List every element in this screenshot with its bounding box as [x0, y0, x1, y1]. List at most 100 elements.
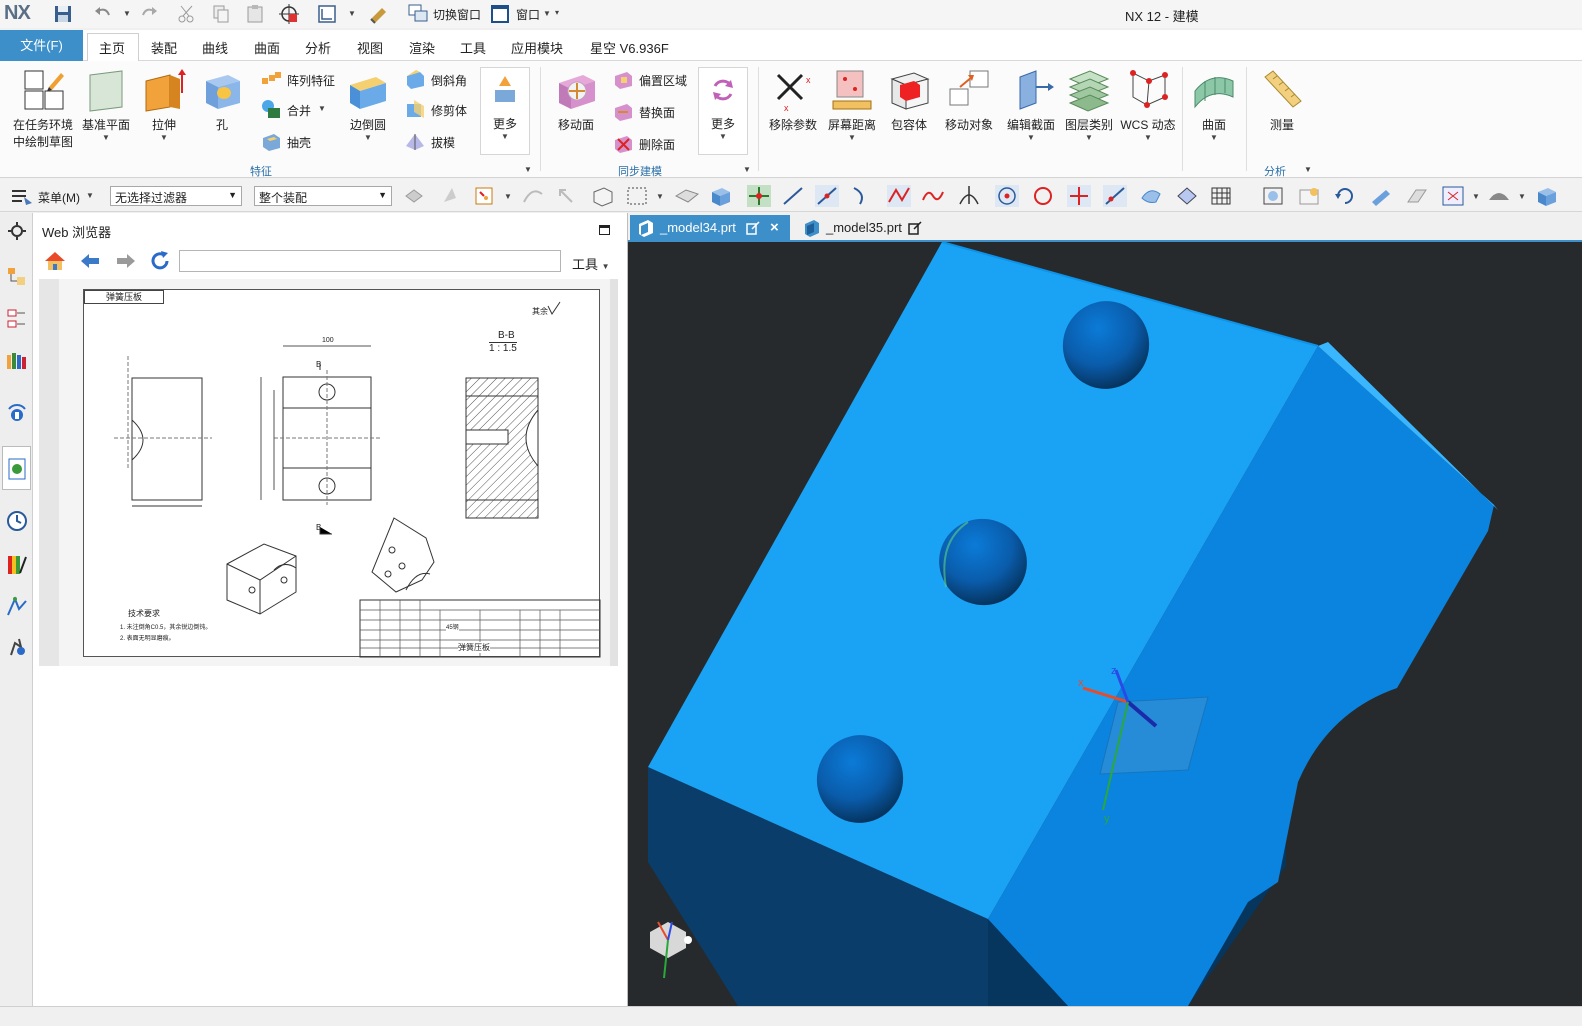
history-icon[interactable] [5, 509, 29, 533]
selection-scope-select[interactable]: 整个装配 ▼ [254, 186, 392, 206]
more-features-dropdown-icon[interactable]: ▼ [481, 132, 529, 141]
process-studio-icon[interactable] [5, 595, 29, 619]
menu-icon[interactable] [10, 187, 34, 207]
unite-dropdown-icon[interactable]: ▼ [318, 104, 326, 113]
move-handle-icon[interactable] [746, 184, 772, 208]
viewport-layout-icon[interactable] [316, 3, 338, 25]
rect-select-dropdown-icon[interactable]: ▼ [656, 192, 664, 201]
snap-bounded-grid-icon[interactable] [1174, 184, 1200, 208]
select-box-icon[interactable] [590, 184, 616, 208]
cut-icon[interactable] [176, 3, 198, 25]
screen-distance-button[interactable]: 屏幕距离 ▼ [826, 67, 878, 142]
move-object-button[interactable]: 移动对象 [940, 67, 998, 133]
background-dropdown-icon[interactable]: ▼ [1518, 192, 1526, 201]
tab-home[interactable]: 主页 [99, 38, 125, 57]
part-navigator-icon[interactable] [5, 349, 29, 373]
snap-view-icon[interactable] [278, 3, 300, 25]
group-sync-more-icon[interactable]: ▼ [743, 165, 751, 174]
edge-blend-button[interactable]: 边倒圆 ▼ [342, 67, 394, 142]
menu-dropdown-icon[interactable]: ▼ [86, 191, 94, 200]
more-features-button[interactable]: 更多 ▼ [480, 67, 530, 155]
web-browser-tab[interactable] [2, 446, 31, 490]
back-arrow-icon[interactable] [79, 251, 101, 271]
tab-file[interactable]: 文件(F) [0, 30, 83, 61]
snap-dropdown-icon[interactable]: ▼ [504, 192, 512, 201]
snap-point-on-curve-icon[interactable] [1102, 184, 1128, 208]
snap-midpoint-icon[interactable] [814, 184, 840, 208]
save-icon[interactable] [52, 3, 74, 25]
datum-plane-button[interactable]: 基准平面 ▼ [82, 67, 130, 142]
constraint-navigator-icon[interactable] [5, 307, 29, 331]
fit-view-icon[interactable] [1260, 184, 1286, 208]
close-icon[interactable]: × [770, 219, 779, 236]
select-face-icon[interactable] [674, 184, 700, 208]
move-face-button[interactable]: 移动面 [550, 67, 602, 133]
background-icon[interactable] [1486, 184, 1512, 208]
forward-arrow-icon[interactable] [115, 251, 137, 271]
undo-icon[interactable] [92, 3, 114, 25]
tab-xingkong[interactable]: 星空 V6.936F [590, 38, 669, 57]
more-sync-dropdown-icon[interactable]: ▼ [699, 132, 747, 141]
tab-view[interactable]: 视图 [357, 38, 383, 57]
tab-applications[interactable]: 应用模块 [511, 38, 563, 57]
rotate-icon[interactable] [1332, 184, 1358, 208]
assembly-filter-icon[interactable] [402, 184, 428, 208]
graphics-window[interactable]: x z y [628, 242, 1582, 1006]
more-sync-button[interactable]: 更多 ▼ [698, 67, 748, 155]
zoom-icon[interactable] [1296, 184, 1322, 208]
extrude-dropdown-icon[interactable]: ▼ [140, 133, 188, 142]
render-style-icon[interactable] [1440, 184, 1466, 208]
url-input[interactable] [179, 250, 561, 272]
customize-qat-icon[interactable]: ▾ [555, 8, 559, 17]
window-menu-button[interactable]: 窗口 [516, 6, 540, 23]
tab-assembly[interactable]: 装配 [151, 38, 177, 57]
layout-dropdown-icon[interactable]: ▼ [348, 9, 356, 18]
layer-category-button[interactable]: 图层类别 ▼ [1062, 67, 1116, 142]
home-icon[interactable] [43, 249, 67, 273]
group-feature-more-icon[interactable]: ▼ [524, 165, 532, 174]
copy-icon[interactable] [210, 3, 232, 25]
doc-tab-model35[interactable]: _model35.prt [796, 215, 926, 241]
point-on-curve-icon[interactable] [520, 184, 546, 208]
system-materials-icon[interactable] [5, 553, 29, 577]
menu-button[interactable]: 菜单(M) [38, 189, 80, 206]
snap-arc-center-icon[interactable] [994, 184, 1020, 208]
tab-curve[interactable]: 曲线 [202, 38, 228, 57]
screen-distance-dropdown-icon[interactable]: ▼ [826, 133, 878, 142]
snap-point-on-face-icon[interactable] [1138, 184, 1164, 208]
window-icon[interactable] [489, 3, 511, 25]
maximize-icon[interactable] [599, 225, 610, 235]
rectangle-select-icon[interactable] [624, 184, 650, 208]
bounding-body-button[interactable]: 包容体 [884, 67, 934, 133]
tab-surface[interactable]: 曲面 [254, 38, 280, 57]
wcs-dynamic-button[interactable]: WCS 动态 ▼ [1120, 67, 1176, 142]
redo-icon[interactable] [138, 3, 160, 25]
group-analysis-more-icon[interactable]: ▼ [1304, 165, 1312, 174]
refresh-icon[interactable] [148, 249, 172, 273]
edit-section-button[interactable]: 编辑截面 ▼ [1004, 67, 1058, 142]
snap-control-point-icon[interactable] [848, 184, 874, 208]
datum-plane-dropdown-icon[interactable]: ▼ [82, 133, 130, 142]
reuse-library-icon[interactable] [5, 401, 29, 425]
grid-icon[interactable] [1208, 184, 1234, 208]
snap-point-icon[interactable] [472, 184, 498, 208]
orient-view-icon[interactable] [1534, 184, 1560, 208]
edge-blend-dropdown-icon[interactable]: ▼ [342, 133, 394, 142]
render-style-dropdown-icon[interactable]: ▼ [1472, 192, 1480, 201]
tab-analysis[interactable]: 分析 [305, 38, 331, 57]
remove-params-button[interactable]: xx 移除参数 [766, 67, 820, 133]
arrow-pick-icon[interactable] [554, 184, 580, 208]
surface-dropdown-icon[interactable]: ▼ [1188, 133, 1240, 142]
snap-endpoint-icon[interactable] [780, 184, 806, 208]
snap-intersection-icon[interactable] [886, 184, 912, 208]
web-tools-menu[interactable]: 工具 ▼ [572, 254, 610, 273]
assembly-navigator-icon[interactable] [5, 265, 29, 289]
tab-tools[interactable]: 工具 [460, 38, 486, 57]
select-body-icon[interactable] [708, 184, 734, 208]
selection-filter-select[interactable]: 无选择过滤器 ▼ [110, 186, 242, 206]
paste-icon[interactable] [244, 3, 266, 25]
surface-button[interactable]: 曲面 ▼ [1188, 67, 1240, 142]
snap-existing-point-icon[interactable] [1066, 184, 1092, 208]
snap-quadrant-icon[interactable] [1030, 184, 1056, 208]
roles-icon[interactable] [5, 635, 29, 659]
